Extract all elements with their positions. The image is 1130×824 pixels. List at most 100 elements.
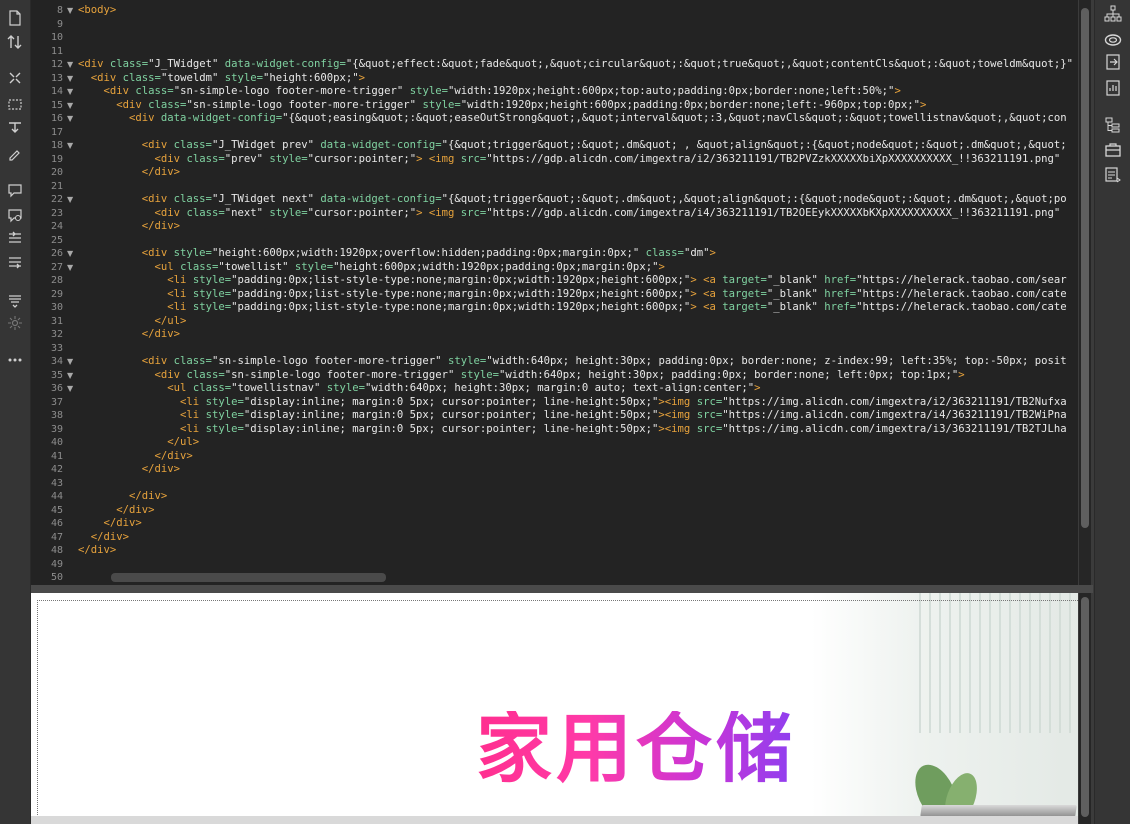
code-line[interactable]: <ul class="towellistnav" style="width:64… <box>78 382 760 396</box>
code-line[interactable]: <li style="padding:0px;list-style-type:n… <box>78 301 1066 315</box>
comment-icon[interactable] <box>5 180 25 200</box>
code-line[interactable]: </ul> <box>78 436 199 450</box>
outdent-icon[interactable] <box>5 252 25 272</box>
fold-toggle-icon[interactable]: ▼ <box>67 72 73 85</box>
fold-toggle-icon[interactable]: ▼ <box>67 382 73 395</box>
code-token-attr: style= <box>192 287 232 300</box>
code-line[interactable]: <div class="sn-simple-logo footer-more-t… <box>78 85 901 99</box>
fold-toggle-icon[interactable]: ▼ <box>67 261 73 274</box>
line-number: 48 <box>50 545 63 556</box>
cloud-icon[interactable] <box>1103 29 1123 49</box>
fold-toggle-icon[interactable]: ▼ <box>67 247 73 260</box>
fold-toggle-icon[interactable]: ▼ <box>67 4 73 17</box>
code-line[interactable]: <div style="height:600px;width:1920px;ov… <box>78 247 716 261</box>
fold-toggle-icon[interactable]: ▼ <box>67 58 73 71</box>
export-icon[interactable] <box>1103 52 1123 72</box>
line-number: 49 <box>50 558 63 570</box>
sitemap-icon[interactable] <box>1103 4 1123 24</box>
line-number: 46 <box>50 518 63 529</box>
sun-icon <box>5 313 25 333</box>
code-line[interactable]: </div> <box>78 544 116 558</box>
code-token-tag: > <box>658 260 665 273</box>
code-line[interactable]: </ul> <box>78 315 187 329</box>
fold-toggle-icon[interactable]: ▼ <box>67 85 73 98</box>
code-line[interactable]: <body> <box>78 4 116 18</box>
code-token-tag: > <box>958 368 965 381</box>
document-icon[interactable] <box>1103 78 1123 98</box>
code-line[interactable]: <div class="sn-simple-logo footer-more-t… <box>78 369 965 383</box>
more-icon[interactable] <box>5 350 25 370</box>
code-line[interactable]: <ul class="towellist" style="height:600p… <box>78 261 665 275</box>
code-line[interactable]: </div> <box>78 517 142 531</box>
code-token-tag: <div <box>78 193 174 205</box>
code-horizontal-scrollbar[interactable] <box>111 573 386 582</box>
fold-toggle-icon[interactable]: ▼ <box>67 355 73 368</box>
indent-icon[interactable] <box>5 228 25 248</box>
design-vertical-scrollbar[interactable] <box>1079 593 1091 824</box>
code-line[interactable]: <li style="display:inline; margin:0 5px;… <box>78 396 1067 410</box>
design-view[interactable]: 家用仓储 <box>31 593 1078 824</box>
code-line[interactable]: <div class="sn-simple-logo footer-more-t… <box>78 355 1067 369</box>
comment-alt-icon[interactable] <box>5 205 25 225</box>
code-token-attr: target= <box>722 301 767 313</box>
code-line[interactable]: </div> <box>78 463 180 477</box>
code-line[interactable]: <div class="next" style="cursor:pointer;… <box>78 207 1061 221</box>
wand-icon[interactable] <box>5 118 25 138</box>
expand-icon[interactable] <box>5 68 25 88</box>
code-token-attr: src= <box>460 152 487 165</box>
code-line[interactable]: </div> <box>78 220 180 234</box>
code-line[interactable]: </div> <box>78 490 167 504</box>
fold-toggle-icon[interactable]: ▼ <box>67 112 73 125</box>
fold-toggle-icon[interactable]: ▼ <box>67 99 73 112</box>
code-token-attr: href= <box>824 274 857 286</box>
code-line[interactable]: <div class="J_TWidget next" data-widget-… <box>78 193 1067 207</box>
code-token-attr: href= <box>824 287 857 300</box>
code-line[interactable]: </div> <box>78 504 154 518</box>
layers-icon[interactable] <box>1103 115 1123 135</box>
fold-toggle-icon[interactable]: ▼ <box>67 369 73 382</box>
code-token-tag: </div> <box>78 490 168 502</box>
code-vertical-scrollbar[interactable] <box>1079 0 1091 585</box>
file-icon[interactable] <box>5 8 25 28</box>
code-line[interactable]: <div class="toweldm" style="height:600px… <box>78 72 365 86</box>
brush-icon[interactable] <box>5 143 25 163</box>
code-token-val: "sn-simple-logo footer-more-trigger" <box>211 355 448 367</box>
code-token-val: "dm" <box>683 247 710 259</box>
sort-icon[interactable] <box>5 32 25 52</box>
code-line[interactable]: </div> <box>78 450 193 464</box>
code-token-tag: > <a <box>690 274 723 286</box>
code-line[interactable]: </div> <box>78 328 180 342</box>
code-line[interactable]: <li style="display:inline; margin:0 5px;… <box>78 409 1067 423</box>
design-scroll-thumb[interactable] <box>1081 597 1089 817</box>
code-token-tag: </div> <box>78 328 181 340</box>
code-line[interactable]: <div class="J_TWidget" data-widget-confi… <box>78 58 1073 72</box>
code-token-val: "width:640px; height:30px; padding:0px; … <box>486 355 1067 367</box>
code-token-val: "height:600px;width:1920px;padding:0px;m… <box>333 260 659 273</box>
code-editor[interactable]: 8 ▼ 9 10 11 12 ▼ 13 ▼ 14 ▼ 15 ▼ 16 ▼ 17 18 ▼ 19 20 21 22 ▼ 23 24… <box>31 0 1078 585</box>
split-view-divider[interactable] <box>31 585 1093 593</box>
code-token-tag: <div <box>78 368 187 381</box>
line-number: 34 <box>50 356 63 367</box>
code-line[interactable]: <li style="padding:0px;list-style-type:n… <box>78 274 1066 288</box>
fold-toggle-icon[interactable]: ▼ <box>67 193 73 206</box>
code-line[interactable]: </div> <box>78 531 129 545</box>
snippets-icon[interactable] <box>1103 165 1123 185</box>
design-horizontal-scrollbar[interactable] <box>31 816 1078 824</box>
code-token-val: "sn-simple-logo footer-more-trigger" <box>173 85 410 97</box>
code-line[interactable]: <div class="J_TWidget prev" data-widget-… <box>78 139 1067 153</box>
format-icon[interactable] <box>5 290 25 310</box>
briefcase-icon[interactable] <box>1103 140 1123 160</box>
code-line[interactable]: <div class="prev" style="cursor:pointer;… <box>78 152 1061 167</box>
select-icon[interactable] <box>5 94 25 114</box>
fold-toggle-icon[interactable]: ▼ <box>67 139 73 152</box>
code-token-tag: </div> <box>78 530 130 543</box>
line-number-gutter: 8 ▼ 9 10 11 12 ▼ 13 ▼ 14 ▼ 15 ▼ 16 ▼ 17 18 ▼ 19 20 21 22 ▼ 23 24… <box>31 0 77 585</box>
code-scroll-thumb[interactable] <box>1081 8 1089 528</box>
code-line[interactable]: <li style="padding:0px;list-style-type:n… <box>78 287 1066 302</box>
code-line[interactable]: <div data-widget-config="{&quot;easing&q… <box>78 112 1067 126</box>
code-line[interactable]: <div class="sn-simple-logo footer-more-t… <box>78 99 926 113</box>
code-line[interactable]: </div> <box>78 166 180 180</box>
code-line[interactable]: <li style="display:inline; margin:0 5px;… <box>78 423 1067 437</box>
code-token-tag: <div <box>78 58 110 70</box>
line-number: 8 <box>56 5 63 16</box>
